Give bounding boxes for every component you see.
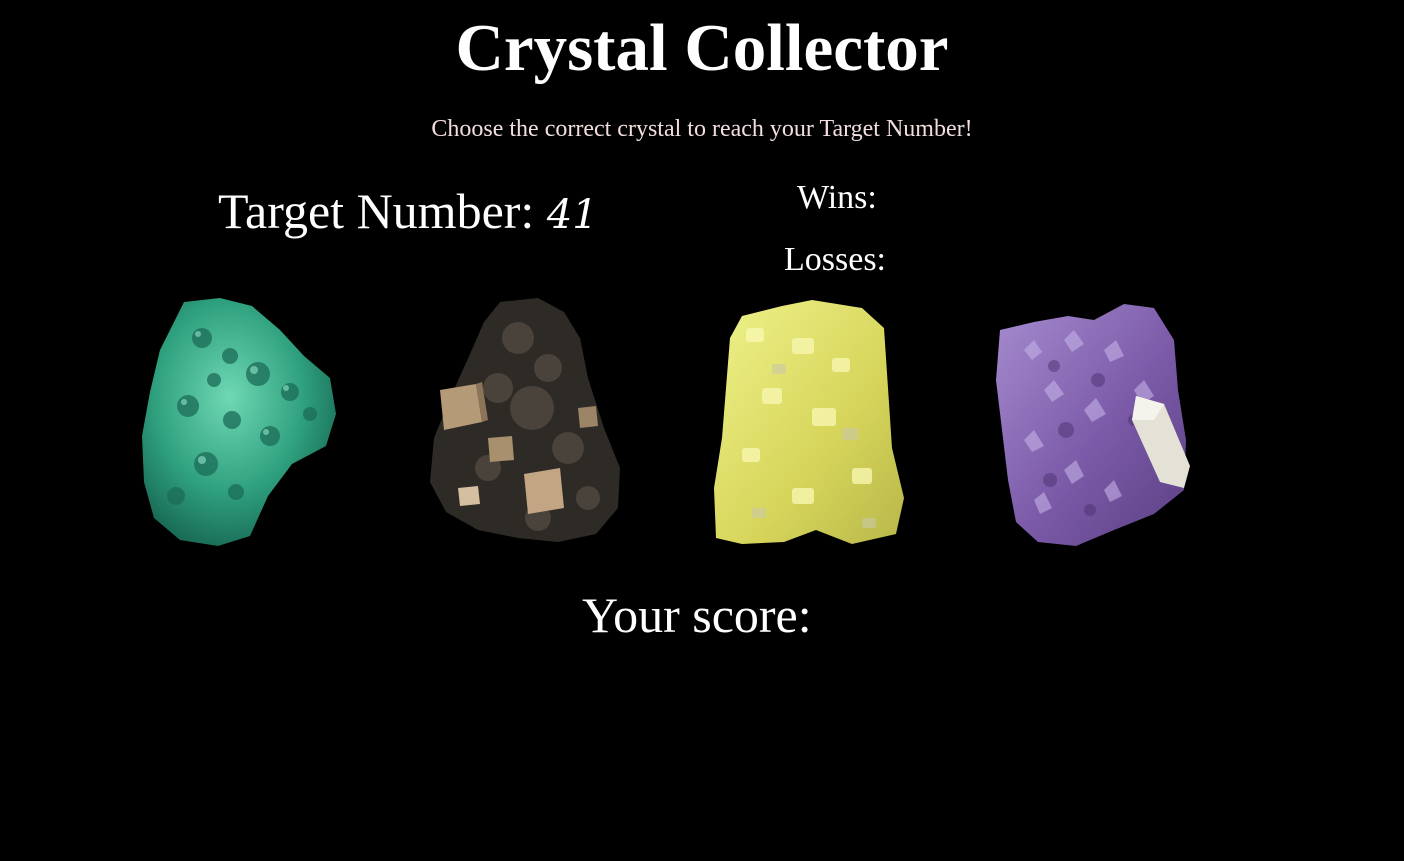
yellow-crystal-button[interactable] [712, 298, 904, 546]
green-crystal-image [142, 298, 336, 546]
target-label: Target Number: [218, 183, 547, 239]
score-display: Your score: [582, 587, 812, 643]
target-value: 41 [546, 192, 598, 238]
brown-crystal-image [430, 298, 620, 542]
green-crystal-button[interactable] [140, 296, 340, 548]
instructions: Choose the correct crystal to reach your… [431, 116, 973, 142]
wins-counter: Wins: [797, 179, 877, 216]
yellow-crystal-image [714, 300, 904, 544]
brown-crystal-button[interactable] [428, 298, 624, 544]
target-number: Target Number: 41 [218, 183, 598, 243]
page-title: Crystal Collector [455, 11, 949, 85]
purple-crystal-button[interactable] [994, 300, 1194, 548]
purple-crystal-image [996, 304, 1190, 546]
losses-counter: Losses: [784, 241, 886, 278]
